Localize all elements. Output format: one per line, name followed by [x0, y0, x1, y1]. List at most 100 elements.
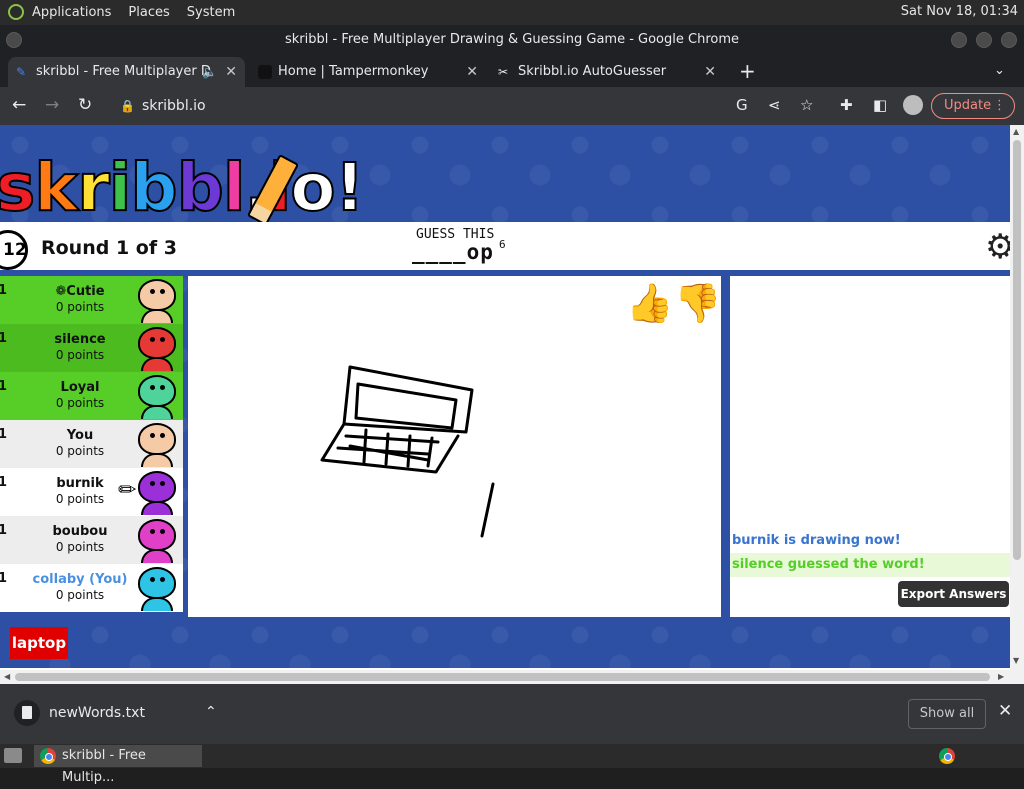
chat-message: silence guessed the word!: [730, 553, 1010, 577]
close-tab-icon[interactable]: ✕: [704, 57, 716, 87]
minimize-button[interactable]: [951, 32, 967, 48]
chrome-icon: [40, 748, 56, 764]
player-name: ❁Cutie: [55, 284, 105, 299]
forward-icon[interactable]: →: [45, 95, 59, 115]
player-avatar: [136, 519, 178, 563]
system-clock[interactable]: Sat Nov 18, 01:34: [901, 4, 1018, 19]
drawing-strokes: [320, 365, 495, 538]
tab-skribbl[interactable]: ✎ skribbl - Free Multiplayer D 🔈 ✕: [8, 57, 245, 87]
tab-label: Skribbl.io AutoGuesser: [518, 64, 667, 79]
speaker-icon[interactable]: 🔈: [202, 57, 217, 87]
player-avatar: [136, 327, 178, 371]
update-button[interactable]: Update ⋮: [931, 93, 1015, 119]
player-name: collaby (You): [32, 572, 128, 587]
settings-gear-icon[interactable]: ⚙: [985, 230, 1010, 266]
more-menu-icon[interactable]: ⋮: [993, 94, 1006, 118]
chat-panel: burnik is drawing now! silence guessed t…: [730, 276, 1010, 617]
timer-clock: 12: [0, 230, 28, 270]
player-points: 0 points: [55, 540, 105, 554]
export-answers-button[interactable]: Export Answers: [898, 581, 1009, 607]
player-rank: 1: [0, 571, 8, 586]
menu-logo-icon[interactable]: [8, 4, 24, 20]
player-name: silence: [54, 332, 106, 347]
maximize-button[interactable]: [976, 32, 992, 48]
player-rank: 1: [0, 475, 8, 490]
skribbl-logo: skribbl.io!: [0, 149, 366, 226]
player-list: 1 ❁Cutie 0 points 1 silence 0 points 1 Loyal 0…: [0, 276, 183, 612]
system-menu[interactable]: System: [187, 5, 235, 20]
tab-tampermonkey[interactable]: Home | Tampermonkey ✕: [250, 57, 486, 87]
drawing-canvas[interactable]: 👍 👎: [188, 276, 721, 617]
tab-label: Home | Tampermonkey: [278, 64, 429, 79]
player-points: 0 points: [55, 588, 105, 602]
player-rank: 1: [0, 523, 8, 538]
player-points: 0 points: [55, 300, 105, 314]
back-icon[interactable]: ←: [12, 95, 26, 115]
taskbar-chrome-window[interactable]: skribbl - Free Multip...: [34, 745, 202, 785]
vertical-scroll-thumb[interactable]: [1013, 140, 1021, 560]
player-avatar: [136, 375, 178, 419]
share-icon[interactable]: ⋖: [768, 96, 781, 114]
player-row[interactable]: 1 boubou 0 points: [0, 516, 183, 564]
close-window-button[interactable]: [1001, 32, 1017, 48]
downloads-bar: newWords.txt ⌃ Show all ✕: [0, 684, 1024, 744]
player-avatar: [136, 279, 178, 323]
download-item[interactable]: newWords.txt: [14, 698, 145, 728]
chevron-up-icon[interactable]: ⌃: [205, 704, 217, 720]
close-tab-icon[interactable]: ✕: [225, 57, 237, 87]
tab-autoguesser[interactable]: ✂ Skribbl.io AutoGuesser ✕: [490, 57, 724, 87]
horizontal-scroll-thumb[interactable]: [15, 673, 990, 681]
window-title: skribbl - Free Multiplayer Drawing & Gue…: [285, 32, 739, 47]
player-points: 0 points: [55, 348, 105, 362]
player-rank: 1: [0, 331, 8, 346]
download-filename: newWords.txt: [49, 705, 145, 721]
profile-avatar-icon[interactable]: [903, 95, 923, 115]
word-length: 6: [499, 238, 506, 251]
tab-search-icon[interactable]: ⌄: [994, 63, 1005, 78]
applications-menu[interactable]: Applications: [32, 5, 111, 20]
bookmark-star-icon[interactable]: ☆: [800, 96, 813, 114]
lock-icon[interactable]: 🔒: [120, 93, 135, 119]
player-row[interactable]: 1 ❁Cutie 0 points: [0, 276, 183, 324]
player-row[interactable]: 1 Loyal 0 points: [0, 372, 183, 420]
game-header: 12 Round 1 of 3 GUESS THIS ____op 6 ⚙: [0, 222, 1010, 270]
window-menu-button[interactable]: [6, 32, 22, 48]
player-row[interactable]: 1 You 0 points: [0, 420, 183, 468]
player-rank: 1: [0, 427, 8, 442]
player-rank: 1: [0, 283, 8, 298]
player-name: Loyal: [60, 380, 100, 395]
chrome-workspace-icon[interactable]: [939, 748, 955, 764]
places-menu[interactable]: Places: [128, 5, 169, 20]
show-desktop-icon[interactable]: [4, 748, 22, 763]
side-panel-icon[interactable]: ◧: [873, 96, 887, 114]
close-tab-icon[interactable]: ✕: [466, 57, 478, 87]
os-taskbar: skribbl - Free Multip...: [0, 744, 1024, 785]
player-row[interactable]: 1 collaby (You) 0 points: [0, 564, 183, 612]
tab-strip: ✎ skribbl - Free Multiplayer D 🔈 ✕ Home …: [0, 55, 1024, 87]
task-label: skribbl - Free Multip...: [62, 748, 146, 785]
extensions-icon[interactable]: ✚: [840, 96, 853, 114]
player-rank: 1: [0, 379, 8, 394]
reload-icon[interactable]: ↻: [78, 95, 92, 115]
player-row[interactable]: 1 silence 0 points: [0, 324, 183, 372]
show-all-button[interactable]: Show all: [908, 699, 986, 729]
round-indicator: Round 1 of 3: [41, 237, 177, 259]
update-label: Update: [944, 98, 992, 113]
script-icon: ✂: [498, 65, 509, 79]
page-viewport: skribbl.io! 12 Round 1 of 3 GUESS THIS _…: [0, 125, 1010, 670]
player-points: 0 points: [55, 396, 105, 410]
answer-word-tag[interactable]: laptop: [10, 627, 68, 659]
player-avatar: [136, 423, 178, 467]
new-tab-icon[interactable]: +: [739, 59, 756, 83]
os-top-panel: Applications Places System Sat Nov 18, 0…: [0, 0, 1024, 25]
tampermonkey-icon: [258, 65, 272, 79]
vertical-scrollbar[interactable]: ▲ ▼: [1010, 125, 1024, 670]
player-avatar: [136, 567, 178, 611]
horizontal-scrollbar[interactable]: ◀ ▶: [0, 670, 1024, 684]
browser-toolbar: ← → ↻ 🔒 skribbl.io G ⋖ ☆ ✚ ◧ Update ⋮: [0, 87, 1024, 125]
close-downloads-icon[interactable]: ✕: [998, 701, 1012, 721]
address-bar[interactable]: 🔒 skribbl.io: [110, 93, 830, 119]
google-icon[interactable]: G: [736, 96, 748, 114]
tab-label: skribbl - Free Multiplayer D: [36, 64, 211, 79]
player-row[interactable]: 1 burnik 0 points ✏: [0, 468, 183, 516]
